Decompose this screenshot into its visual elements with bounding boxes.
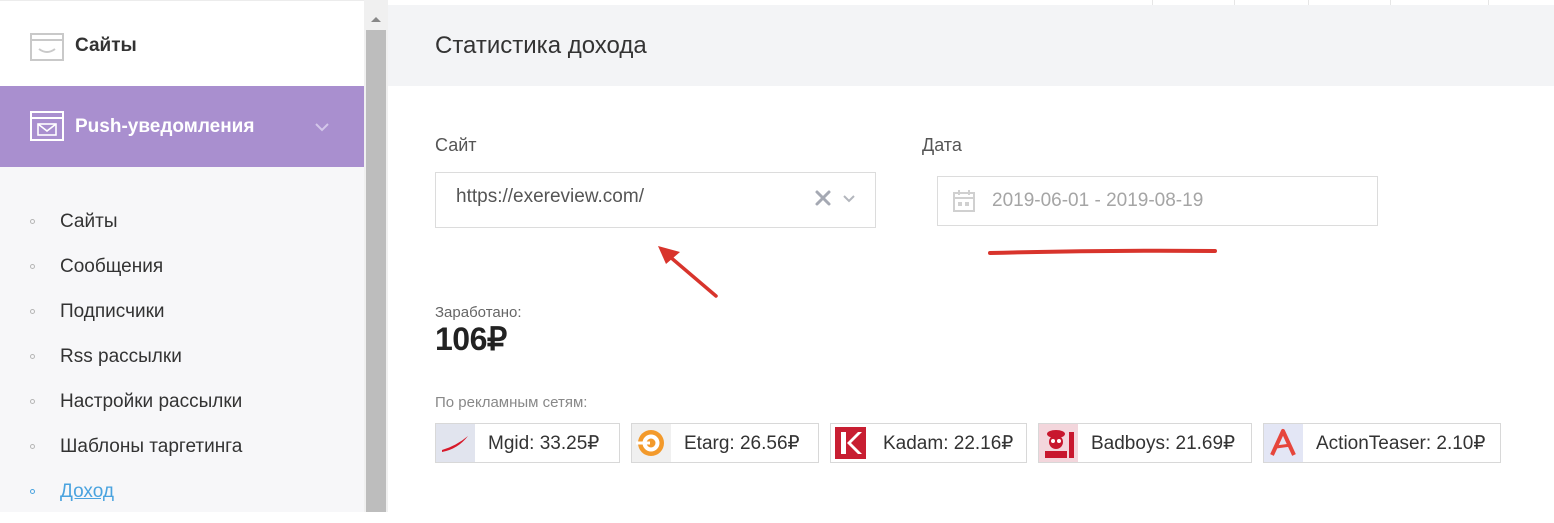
- sidebar-item-sites[interactable]: Сайты: [0, 0, 364, 86]
- bullet-icon: [30, 444, 35, 449]
- networks-label: По рекламным сетям:: [435, 394, 588, 411]
- sidebar-section-label: Push-уведомления: [75, 116, 255, 137]
- date-field-label: Дата: [922, 135, 962, 155]
- sidebar: Сайты Push-уведомления Сайты Сообщения П…: [0, 0, 364, 512]
- submenu-item-sites[interactable]: Сайты: [0, 208, 364, 253]
- bullet-icon: [30, 489, 35, 494]
- earned-value: 106₽: [435, 321, 507, 357]
- etarg-logo-icon: [632, 424, 671, 462]
- network-chip-etarg: Etarg: 26.56₽: [631, 423, 819, 463]
- date-range-input[interactable]: 2019-06-01 - 2019-08-19: [937, 176, 1378, 226]
- annotation-arrow-icon: [648, 240, 728, 309]
- submenu-item-messages[interactable]: Сообщения: [0, 253, 364, 298]
- bullet-icon: [30, 399, 35, 404]
- network-chip-badboys: Badboys: 21.69₽: [1038, 423, 1252, 463]
- submenu-item-settings[interactable]: Настройки рассылки: [0, 388, 364, 433]
- network-chip-kadam: Kadam: 22.16₽: [830, 423, 1027, 463]
- site-select-value: https://exereview.com/: [456, 186, 644, 207]
- kadam-logo-icon: [831, 424, 870, 462]
- bullet-icon: [30, 354, 35, 359]
- page-title: Статистика дохода: [435, 32, 647, 59]
- submenu-item-rss[interactable]: Rss рассылки: [0, 343, 364, 388]
- bullet-icon: [30, 219, 35, 224]
- calendar-icon: [952, 189, 976, 218]
- clear-icon[interactable]: [814, 189, 832, 212]
- site-select[interactable]: https://exereview.com/: [435, 172, 876, 228]
- sidebar-scrollbar[interactable]: [364, 0, 388, 512]
- submenu-item-income[interactable]: Доход: [0, 478, 364, 523]
- submenu-item-subscribers[interactable]: Подписчики: [0, 298, 364, 343]
- chevron-down-icon[interactable]: [842, 192, 856, 210]
- mgid-logo-icon: [436, 424, 475, 462]
- site-field-label: Сайт: [435, 135, 477, 155]
- scrollbar-thumb[interactable]: [366, 30, 386, 512]
- page-header: Статистика дохода: [388, 5, 1554, 86]
- sidebar-section-push[interactable]: Push-уведомления: [0, 86, 364, 167]
- badboys-logo-icon: [1039, 424, 1078, 462]
- scroll-up-arrow-icon[interactable]: [364, 5, 388, 29]
- main-content: Статистика дохода Сайт https://exereview…: [388, 0, 1554, 512]
- annotation-underline: [988, 244, 1218, 262]
- envelope-icon: [30, 111, 64, 146]
- actionteaser-logo-icon: [1264, 424, 1303, 462]
- network-chip-mgid: Mgid: 33.25₽: [435, 423, 620, 463]
- date-range-value: 2019-06-01 - 2019-08-19: [992, 190, 1204, 211]
- bullet-icon: [30, 264, 35, 269]
- chevron-down-icon[interactable]: [314, 120, 330, 138]
- network-chip-actionteaser: ActionTeaser: 2.10₽: [1263, 423, 1501, 463]
- submenu-item-templates[interactable]: Шаблоны таргетинга: [0, 433, 364, 478]
- sites-icon: [30, 33, 64, 66]
- sidebar-item-label: Сайты: [75, 35, 137, 56]
- push-submenu: Сайты Сообщения Подписчики Rss рассылки …: [0, 208, 364, 523]
- bullet-icon: [30, 309, 35, 314]
- earned-label: Заработано:: [435, 304, 522, 321]
